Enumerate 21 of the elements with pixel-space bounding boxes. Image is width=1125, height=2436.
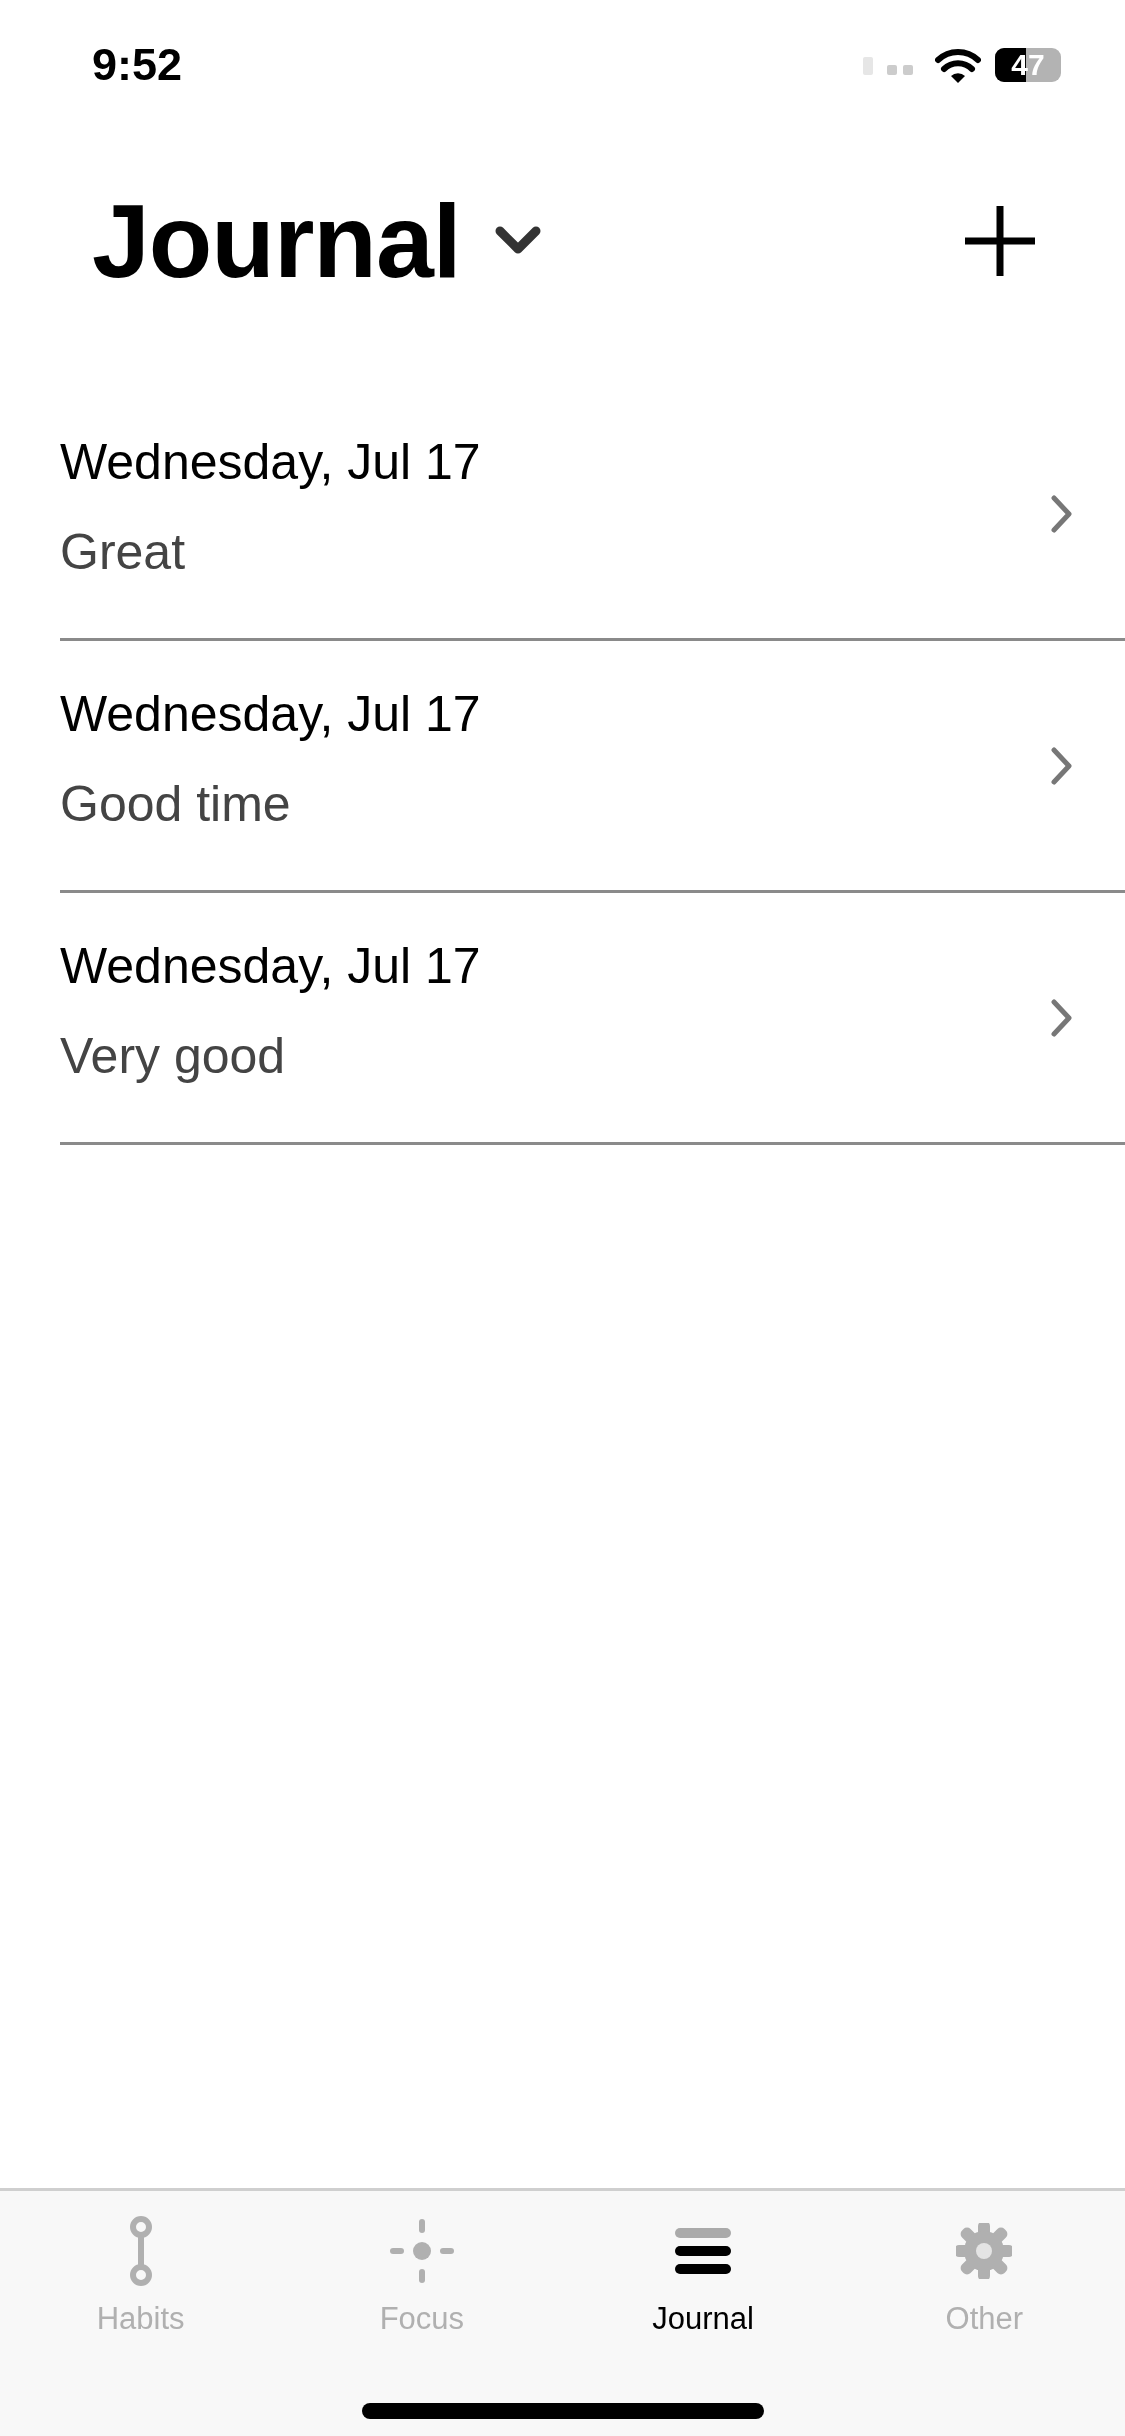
chevron-right-icon [1051,494,1073,533]
chevron-right-icon [1051,746,1073,785]
page-title: Journal [92,181,461,301]
crosshair-icon [388,2218,455,2284]
entry-mood: Very good [60,1026,287,1085]
list-icon [675,2228,732,2274]
entry-mood: Great [60,522,187,581]
add-icon[interactable] [965,206,1035,276]
entry-mood: Good time [60,774,292,833]
entry-date: Wednesday, Jul 17 [60,684,481,743]
wifi-icon [935,47,981,83]
chevron-down-icon[interactable] [494,226,541,256]
settings-icon [956,2223,1013,2279]
journal-entry[interactable]: Wednesday, Jul 17 Great [60,389,1125,641]
journal-entry[interactable]: Wednesday, Jul 17 Very good [60,893,1125,1145]
entry-date: Wednesday, Jul 17 [60,432,481,491]
journal-entry[interactable]: Wednesday, Jul 17 Good time [60,641,1125,893]
tab-item[interactable]: Journal [562,2191,844,2337]
status-time: 9:52 [92,39,183,91]
entry-date: Wednesday, Jul 17 [60,936,481,995]
chevron-right-icon [1051,998,1073,1037]
